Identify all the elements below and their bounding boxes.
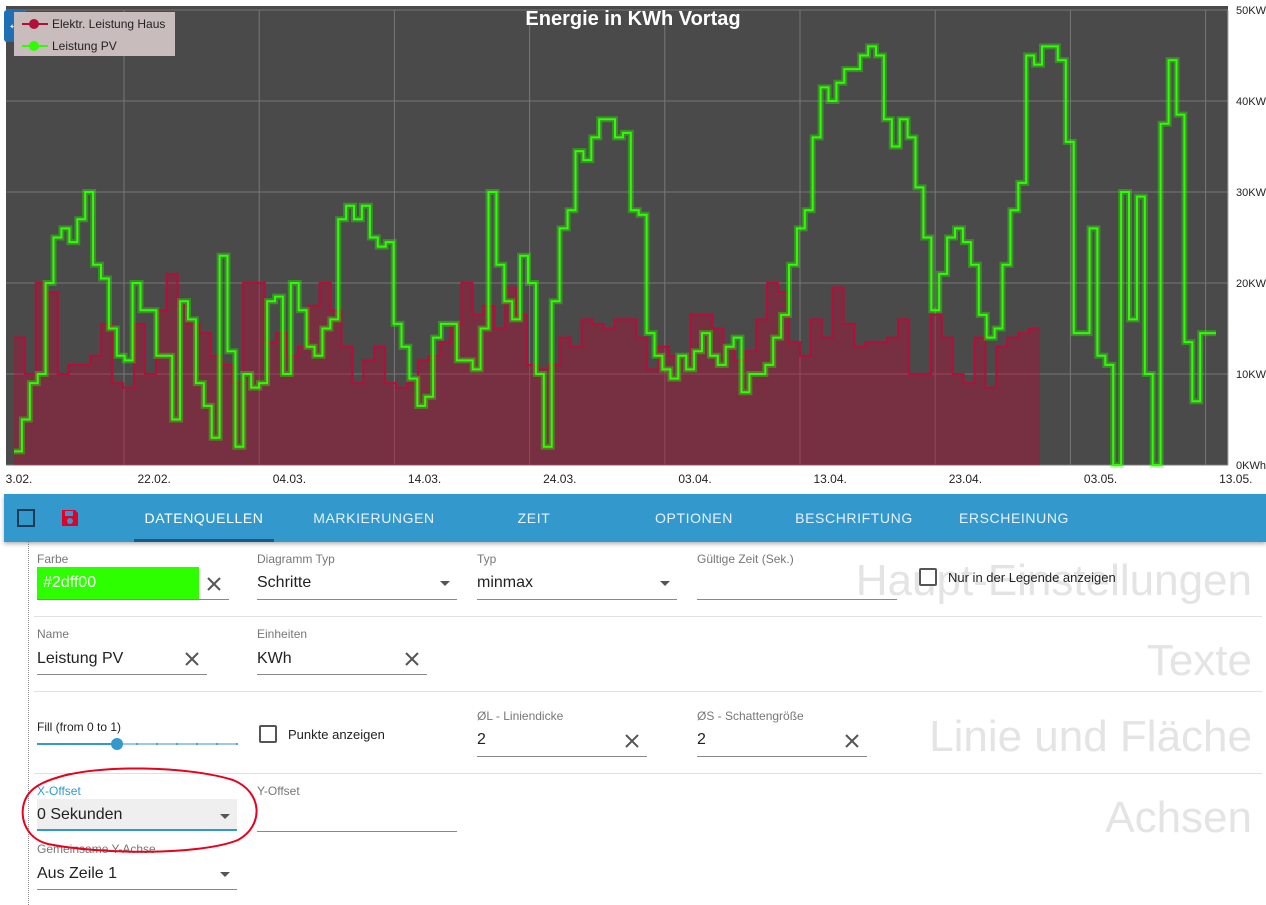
- x-tick-label: 13.05.: [1219, 472, 1252, 486]
- y-tick-label: 40KWh: [1236, 96, 1266, 108]
- slider-tick: [96, 743, 98, 745]
- gueltige-zeit-underline: [697, 599, 897, 600]
- floppy-disk-icon[interactable]: [60, 508, 80, 528]
- legend-label-pv: Leistung PV: [52, 39, 117, 53]
- einheiten-underline: [257, 674, 427, 675]
- schattengroesse-underline: [697, 756, 867, 757]
- x-tick-label: 03.04.: [678, 472, 711, 486]
- section-title-linie: Linie und Fläche: [929, 712, 1252, 761]
- y-offset-underline: [257, 831, 457, 832]
- editor-toolbar: DATENQUELLEN MARKIERUNGEN ZEIT OPTIONEN …: [4, 494, 1266, 542]
- typ-label: Typ: [477, 552, 497, 566]
- row-divider: [34, 691, 1262, 692]
- farbe-clear-icon[interactable]: [205, 575, 223, 593]
- name-label: Name: [37, 627, 70, 641]
- chart-panel: 50KWh 40KWh 30KWh 20KWh 10KWh 0KWh 3.02. 22.02.…: [0, 0, 1266, 493]
- x-tick-label: 23.04.: [949, 472, 982, 486]
- farbe-input[interactable]: #2dff00: [43, 574, 96, 592]
- gemeinsame-y-underline: [37, 889, 237, 890]
- chevron-down-icon[interactable]: [440, 581, 450, 586]
- x-tick-label: 13.04.: [814, 472, 847, 486]
- farbe-underline: [37, 599, 229, 600]
- diagramm-typ-select[interactable]: Schritte: [257, 574, 311, 592]
- legend-marker-pv: [22, 40, 48, 52]
- x-tick-label: 14.03.: [408, 472, 441, 486]
- fill-slider[interactable]: [37, 737, 240, 751]
- section-title-achsen: Achsen: [1105, 793, 1252, 842]
- legend-label-house: Elektr. Leistung Haus: [52, 17, 166, 31]
- punkte-checkbox[interactable]: [259, 725, 277, 743]
- slider-tick: [236, 743, 238, 745]
- tab-markierungen[interactable]: MARKIERUNGEN: [304, 494, 444, 542]
- diagramm-typ-label: Diagramm Typ: [257, 552, 335, 566]
- y-axis-strip: [1228, 6, 1266, 493]
- name-underline: [37, 674, 207, 675]
- x-tick-label: 22.02.: [138, 472, 171, 486]
- x-axis-strip: [6, 465, 1228, 493]
- chevron-down-icon[interactable]: [660, 581, 670, 586]
- name-input[interactable]: Leistung PV: [37, 650, 123, 668]
- gemeinsame-y-select[interactable]: Aus Zeile 1: [37, 865, 117, 883]
- energy-chart: 50KWh 40KWh 30KWh 20KWh 10KWh 0KWh 3.02. 22.02.…: [6, 5, 1266, 493]
- y-tick-label: 0KWh: [1236, 460, 1266, 472]
- slider-tick: [56, 743, 58, 745]
- typ-underline: [477, 599, 677, 600]
- tab-optionen[interactable]: OPTIONEN: [639, 494, 749, 542]
- nur-legende-label: Nur in der Legende anzeigen: [948, 570, 1116, 585]
- einheiten-input[interactable]: KWh: [257, 650, 292, 668]
- slider-tick: [176, 743, 178, 745]
- tab-datenquellen[interactable]: DATENQUELLEN: [134, 494, 274, 542]
- row-divider: [34, 616, 1262, 617]
- x-tick-label: 3.02.: [6, 472, 33, 486]
- tab-erscheinung[interactable]: ERSCHEINUNG: [949, 494, 1079, 542]
- chevron-down-icon[interactable]: [220, 872, 230, 877]
- y-tick-label: 30KWh: [1236, 187, 1266, 199]
- name-clear-icon[interactable]: [183, 650, 201, 668]
- y-tick-label: 50KWh: [1236, 5, 1266, 17]
- y-tick-label: 10KWh: [1236, 369, 1266, 381]
- slider-thumb[interactable]: [111, 738, 123, 750]
- schattengroesse-label: ØS - Schattengröße: [697, 709, 804, 723]
- liniendicke-underline: [477, 756, 647, 757]
- tab-beschriftung[interactable]: BESCHRIFTUNG: [784, 494, 924, 542]
- typ-select[interactable]: minmax: [477, 574, 533, 592]
- einheiten-label: Einheiten: [257, 627, 308, 641]
- slider-tick: [156, 743, 158, 745]
- liniendicke-clear-icon[interactable]: [623, 732, 641, 750]
- schattengroesse-input[interactable]: 2: [697, 731, 706, 749]
- schattengroesse-clear-icon[interactable]: [843, 732, 861, 750]
- legend-item-pv[interactable]: Leistung PV: [14, 36, 117, 56]
- slider-tick: [216, 743, 218, 745]
- liniendicke-label: ØL - Liniendicke: [477, 709, 564, 723]
- gueltige-zeit-label: Gültige Zeit (Sek.): [697, 552, 794, 566]
- legend-marker-house: [22, 18, 48, 30]
- fill-label: Fill (from 0 to 1): [37, 720, 122, 734]
- nur-legende-checkbox[interactable]: [919, 568, 937, 586]
- slider-tick: [196, 743, 198, 745]
- diagramm-typ-underline: [257, 599, 457, 600]
- slider-tick: [136, 743, 138, 745]
- x-tick-label: 04.03.: [273, 472, 306, 486]
- checkbox-outline-icon[interactable]: [16, 508, 36, 528]
- legend-item-house[interactable]: Elektr. Leistung Haus: [14, 14, 165, 34]
- einheiten-clear-icon[interactable]: [403, 650, 421, 668]
- section-title-texte: Texte: [1146, 636, 1252, 685]
- x-tick-label: 24.03.: [543, 472, 576, 486]
- y-tick-label: 20KWh: [1236, 278, 1266, 290]
- annotation-circle: [21, 767, 258, 853]
- punkte-label: Punkte anzeigen: [288, 727, 385, 742]
- chart-legend: Elektr. Leistung Haus Leistung PV: [14, 12, 175, 56]
- slider-tick: [76, 743, 78, 745]
- farbe-label: Farbe: [37, 552, 69, 566]
- liniendicke-input[interactable]: 2: [477, 731, 486, 749]
- x-tick-label: 03.05.: [1084, 472, 1117, 486]
- tab-zeit[interactable]: ZEIT: [494, 494, 574, 542]
